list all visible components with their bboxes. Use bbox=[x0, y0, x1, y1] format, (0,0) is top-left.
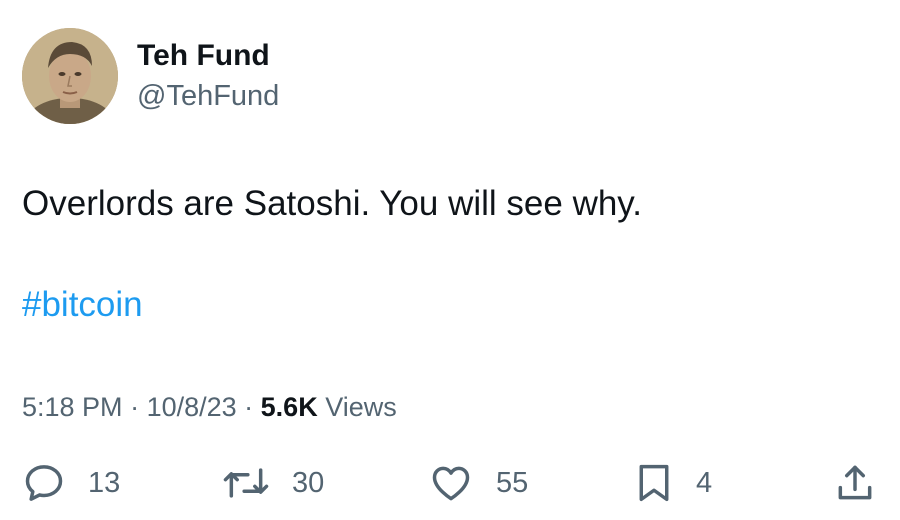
views-label: Views bbox=[317, 392, 397, 422]
retweet-icon bbox=[223, 468, 269, 498]
user-handle[interactable]: @TehFund bbox=[137, 79, 279, 113]
bookmark-button[interactable]: 4 bbox=[634, 455, 712, 511]
hashtag-link[interactable]: #bitcoin bbox=[22, 284, 143, 326]
share-button[interactable] bbox=[832, 455, 878, 511]
bookmark-count: 4 bbox=[696, 466, 713, 499]
share-icon bbox=[838, 465, 872, 500]
tweet-text: Overlords are Satoshi. You will see why. bbox=[22, 184, 642, 223]
tweet-card: Teh Fund @TehFund Overlords are Satoshi.… bbox=[0, 0, 900, 520]
reply-count: 13 bbox=[88, 466, 121, 499]
retweet-count: 30 bbox=[292, 466, 325, 499]
retweet-button[interactable]: 30 bbox=[222, 455, 324, 511]
reply-button[interactable]: 13 bbox=[22, 455, 120, 511]
meta-separator: · bbox=[122, 392, 147, 422]
reply-icon bbox=[25, 465, 63, 501]
avatar[interactable] bbox=[22, 28, 118, 124]
bookmark-icon bbox=[639, 464, 669, 502]
avatar-photo-icon bbox=[22, 28, 118, 124]
like-button[interactable]: 55 bbox=[428, 455, 528, 511]
views-count: 5.6K bbox=[260, 392, 318, 422]
tweet-time[interactable]: 5:18 PM bbox=[22, 392, 123, 422]
meta-separator: · bbox=[236, 392, 261, 422]
heart-icon bbox=[432, 466, 470, 501]
tweet-meta: 5:18 PM · 10/8/23 · 5.6K Views bbox=[22, 390, 397, 424]
like-count: 55 bbox=[496, 466, 529, 499]
display-name[interactable]: Teh Fund bbox=[137, 38, 270, 74]
tweet-date[interactable]: 10/8/23 bbox=[147, 392, 237, 422]
action-bar: 13 30 55 4 bbox=[0, 455, 900, 515]
